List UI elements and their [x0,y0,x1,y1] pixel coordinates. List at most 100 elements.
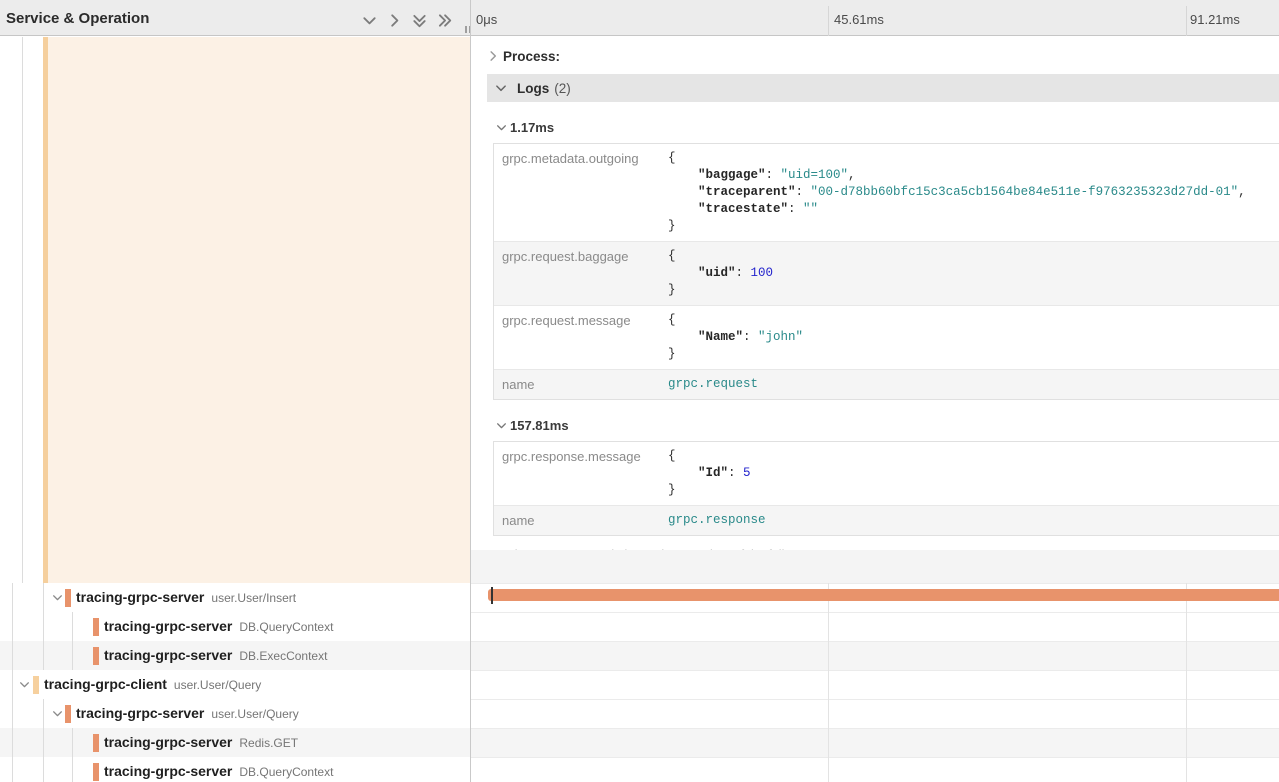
log-field-row: grpc.response.message{"Id": 5} [494,442,1279,505]
span-service-name: tracing-grpc-server [104,757,232,782]
span-labels: tracing-grpc-serverDB.QueryContext [104,612,333,641]
chevron-down-icon[interactable] [362,13,377,28]
json-token: grpc.request [668,377,758,391]
json-token: : [736,266,751,280]
chevron-down-icon [495,82,507,94]
log-entries: 1.17msgrpc.metadata.outgoing{"baggage": … [487,116,1279,536]
critical-path-tick [491,587,493,604]
logs-section-toggle[interactable]: Logs (2) [487,74,1279,102]
log-field-key: grpc.metadata.outgoing [494,144,661,241]
span-labels: tracing-grpc-clientuser.User/Query [44,670,261,699]
span-row: tracing-grpc-serverDB.QueryContext [0,612,1279,641]
tree-guide-line [43,699,44,728]
log-field-key: name [494,370,661,399]
column-divider[interactable] [470,0,471,782]
span-name-cell[interactable]: tracing-grpc-clientuser.User/Query [0,670,470,699]
log-field-key: name [494,506,661,535]
tree-guide-line [12,670,13,699]
span-name-cell[interactable]: tracing-grpc-serverDB.ExecContext [0,641,470,670]
json-token: } [668,347,676,361]
log-entry-toggle[interactable]: 1.17ms [496,116,1279,138]
json-token: : [728,466,743,480]
span-color-bar [93,734,99,752]
span-name-cell[interactable]: tracing-grpc-serverRedis.GET [0,728,470,757]
span-name-cell[interactable]: tracing-grpc-serveruser.User/Query [0,699,470,728]
json-line: "Id": 5 [668,465,1273,482]
timeline-tick-label: 0μs [476,0,497,36]
process-section-toggle[interactable]: Process: [487,46,1279,66]
log-fields-table: grpc.metadata.outgoing{"baggage": "uid=1… [493,143,1279,400]
json-line: grpc.request [668,376,1273,393]
log-entry-timestamp: 157.81ms [510,418,569,433]
span-duration-bar[interactable] [488,589,1279,601]
trace-span-rows: tracing-grpc-serveruser.User/Inserttraci… [0,583,1279,782]
span-detail-left-gutter [0,37,470,583]
log-field-key: grpc.request.baggage [494,242,661,305]
timeline-tick-label: 45.61ms [834,0,884,36]
span-color-bar [33,676,39,694]
json-token: } [668,483,676,497]
tree-guide-line [72,757,73,782]
log-field-key: grpc.request.message [494,306,661,369]
span-timeline-cell[interactable] [471,641,1279,670]
double-chevron-down-icon[interactable] [412,13,427,28]
json-token: , [848,168,856,182]
log-field-value: {"baggage": "uid=100","traceparent": "00… [661,144,1279,241]
json-token: { [668,449,676,463]
json-line: "tracestate": "" [668,201,1273,218]
json-line: { [668,248,1273,265]
json-token: : [796,185,811,199]
json-line: "baggage": "uid=100", [668,167,1273,184]
span-name-cell[interactable]: tracing-grpc-serveruser.User/Insert [0,583,470,612]
tree-guide-line [12,728,13,757]
json-token: 100 [751,266,774,280]
tree-guide-line [22,37,23,583]
chevron-down-icon[interactable] [52,708,63,719]
json-line: "traceparent": "00-d78bb60bfc15c3ca5cb15… [668,184,1273,201]
span-operation-name: DB.QueryContext [239,613,333,642]
json-line: { [668,312,1273,329]
chevron-down-icon[interactable] [19,679,30,690]
chevron-down-icon[interactable] [52,592,63,603]
span-labels: tracing-grpc-serveruser.User/Insert [76,583,296,612]
span-operation-name: Redis.GET [239,729,298,758]
span-timeline-cell[interactable] [471,670,1279,699]
json-token: "uid=100" [781,168,849,182]
log-field-value: grpc.request [661,370,1279,399]
span-timeline-cell[interactable] [471,699,1279,728]
span-name-cell[interactable]: tracing-grpc-serverDB.QueryContext [0,612,470,641]
span-service-name: tracing-grpc-server [104,728,232,757]
json-token: "uid" [698,266,736,280]
json-token: "john" [758,330,803,344]
span-timeline-cell[interactable] [471,612,1279,641]
span-color-bar [93,763,99,781]
chevron-down-icon [496,122,507,133]
json-line: } [668,282,1273,299]
span-name-cell[interactable]: tracing-grpc-serverDB.QueryContext [0,757,470,782]
log-entry-toggle[interactable]: 157.81ms [496,414,1279,436]
span-color-bar [65,589,71,607]
chevron-right-icon[interactable] [387,13,402,28]
json-token: : [788,202,803,216]
json-token: "tracestate" [698,202,788,216]
json-token: } [668,219,676,233]
timeline-grid-line [1186,583,1187,782]
timeline-header: Service & Operation 0μs45.61ms91.21ms [0,0,1279,36]
timeline-grid-line [828,583,829,782]
log-field-value: {"uid": 100} [661,242,1279,305]
log-entry-timestamp: 1.17ms [510,120,554,135]
tree-guide-line [43,583,44,612]
json-line: "uid": 100 [668,265,1273,282]
tree-guide-line [72,641,73,670]
chevron-down-icon [496,420,507,431]
timeline-tick-line [1186,6,1187,36]
log-fields-table: grpc.response.message{"Id": 5}namegrpc.r… [493,441,1279,536]
chevron-right-icon [487,50,499,62]
span-timeline-cell[interactable] [471,757,1279,782]
double-chevron-right-icon[interactable] [437,13,452,28]
json-token: } [668,283,676,297]
json-line: } [668,482,1273,499]
span-service-name: tracing-grpc-server [104,612,232,641]
span-operation-name: user.User/Query [174,671,261,700]
span-timeline-cell[interactable] [471,728,1279,757]
